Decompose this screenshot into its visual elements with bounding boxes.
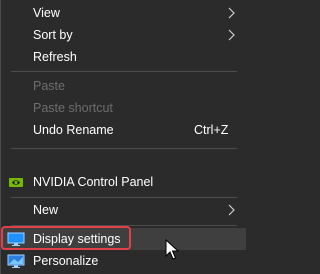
menu-item-paste-shortcut-label: Paste shortcut [33,101,113,115]
menu-separator [11,197,237,198]
menu-item-personalize[interactable]: Personalize [1,250,246,272]
nvidia-icon [9,178,23,187]
menu-item-new[interactable]: New [1,199,246,221]
menu-item-undo-rename-label: Undo Rename [33,123,114,137]
menu-item-paste-shortcut: Paste shortcut [1,97,246,119]
chevron-right-icon [228,204,235,216]
menu-item-personalize-label: Personalize [33,254,99,268]
mouse-cursor-icon [165,239,179,260]
menu-item-view[interactable]: View [1,2,246,24]
menu-item-sort-by[interactable]: Sort by [1,24,246,46]
menu-item-paste: Paste [1,75,246,97]
personalize-icon [7,254,25,268]
menu-item-paste-label: Paste [33,79,65,93]
menu-item-refresh-label: Refresh [33,50,77,64]
chevron-right-icon [228,7,235,19]
chevron-right-icon [228,29,235,41]
menu-item-refresh[interactable]: Refresh [1,46,246,68]
menu-item-nvidia-label: NVIDIA Control Panel [33,175,154,189]
menu-item-nvidia-control-panel[interactable]: NVIDIA Control Panel [1,171,246,193]
desktop-context-menu: View Sort by Refresh Paste Paste shortcu… [0,0,246,274]
menu-item-display-settings[interactable]: Display settings [1,228,246,250]
menu-separator [11,71,237,72]
menu-separator [11,225,237,226]
display-icon [7,232,25,246]
menu-separator [11,148,237,149]
shortcut-hint: Ctrl+Z [194,123,229,137]
menu-item-new-label: New [33,203,59,217]
menu-item-display-settings-label: Display settings [33,232,121,246]
menu-item-undo-rename[interactable]: Undo Rename Ctrl+Z [1,119,246,141]
menu-item-view-label: View [33,6,60,20]
menu-item-sort-by-label: Sort by [33,28,73,42]
